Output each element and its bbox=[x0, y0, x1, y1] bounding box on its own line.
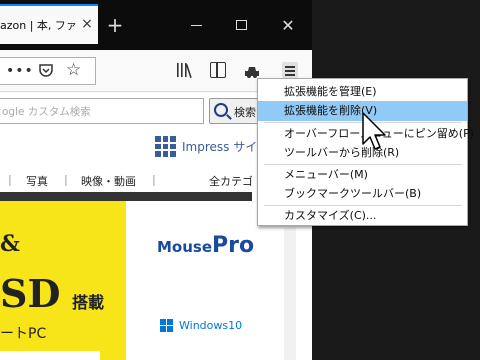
hamburger-menu-icon[interactable] bbox=[282, 62, 298, 78]
library-icon[interactable] bbox=[176, 62, 194, 78]
browser-tab[interactable]: azon | 本, ファ × bbox=[0, 4, 98, 44]
category-all[interactable]: 全カテゴ bbox=[209, 173, 253, 189]
extension-icon[interactable] bbox=[243, 62, 261, 78]
category-separator: | bbox=[152, 173, 156, 186]
category-separator: | bbox=[64, 173, 68, 186]
tab-title: azon | 本, ファ bbox=[0, 19, 77, 32]
menu-item-bookmarks-toolbar[interactable]: ブックマークツールバー(B) bbox=[258, 184, 467, 204]
search-input[interactable]: ogle カスタム検索 bbox=[0, 98, 204, 124]
category-video[interactable]: 映像・動画 bbox=[81, 173, 136, 189]
category-photo[interactable]: 写真 bbox=[26, 173, 48, 189]
menu-item-customize[interactable]: カスタマイズ(C)... bbox=[258, 206, 467, 226]
banner-subtext: ートPC bbox=[0, 326, 47, 342]
mousepro-logo-part2: Pro bbox=[212, 233, 255, 258]
category-separator: | bbox=[8, 173, 12, 186]
content-divider bbox=[0, 192, 252, 201]
search-icon bbox=[214, 103, 228, 117]
close-window-button[interactable]: ✕ bbox=[278, 16, 298, 36]
pocket-icon[interactable] bbox=[38, 62, 54, 78]
page-scrollbar[interactable] bbox=[284, 228, 296, 360]
windows10-label: Windows10 bbox=[179, 319, 243, 332]
sidebar-icon[interactable] bbox=[210, 62, 226, 78]
mousepro-logo[interactable]: MousePro bbox=[157, 233, 254, 258]
banner-text: & bbox=[0, 231, 20, 257]
windows-icon bbox=[160, 319, 174, 333]
mousepro-logo-part1: Mouse bbox=[157, 238, 213, 256]
impress-sites-link[interactable]: Impress サイ bbox=[182, 138, 257, 155]
search-placeholder: ogle カスタム検索 bbox=[2, 106, 91, 118]
banner-headline-suffix: 搭載 bbox=[72, 293, 105, 312]
search-button[interactable]: 検索 bbox=[209, 98, 261, 124]
tab-close-button[interactable]: × bbox=[79, 14, 95, 34]
minimize-button[interactable] bbox=[187, 16, 207, 36]
banner-headline: SD bbox=[0, 271, 61, 316]
maximize-icon bbox=[236, 20, 247, 30]
minimize-icon bbox=[191, 25, 202, 26]
windows10-logo: Windows10 bbox=[160, 319, 242, 333]
ad-banner[interactable]: & SD 搭載 ートPC bbox=[0, 201, 126, 360]
bookmark-star-icon[interactable]: ☆ bbox=[66, 60, 81, 80]
maximize-button[interactable] bbox=[232, 16, 252, 36]
menu-item-manage-extension[interactable]: 拡張機能を管理(E) bbox=[258, 82, 467, 102]
title-bar: azon | 本, ファ × + ✕ bbox=[0, 0, 312, 50]
impress-grid-icon[interactable] bbox=[155, 136, 176, 157]
search-button-label: 検索 bbox=[234, 106, 256, 119]
mouse-cursor-icon bbox=[362, 112, 386, 150]
banner-white-bar bbox=[0, 351, 100, 360]
menu-item-menu-bar[interactable]: メニューバー(M) bbox=[258, 165, 467, 185]
page-actions-icon[interactable]: ••• bbox=[6, 64, 34, 78]
new-tab-button[interactable]: + bbox=[106, 15, 124, 35]
